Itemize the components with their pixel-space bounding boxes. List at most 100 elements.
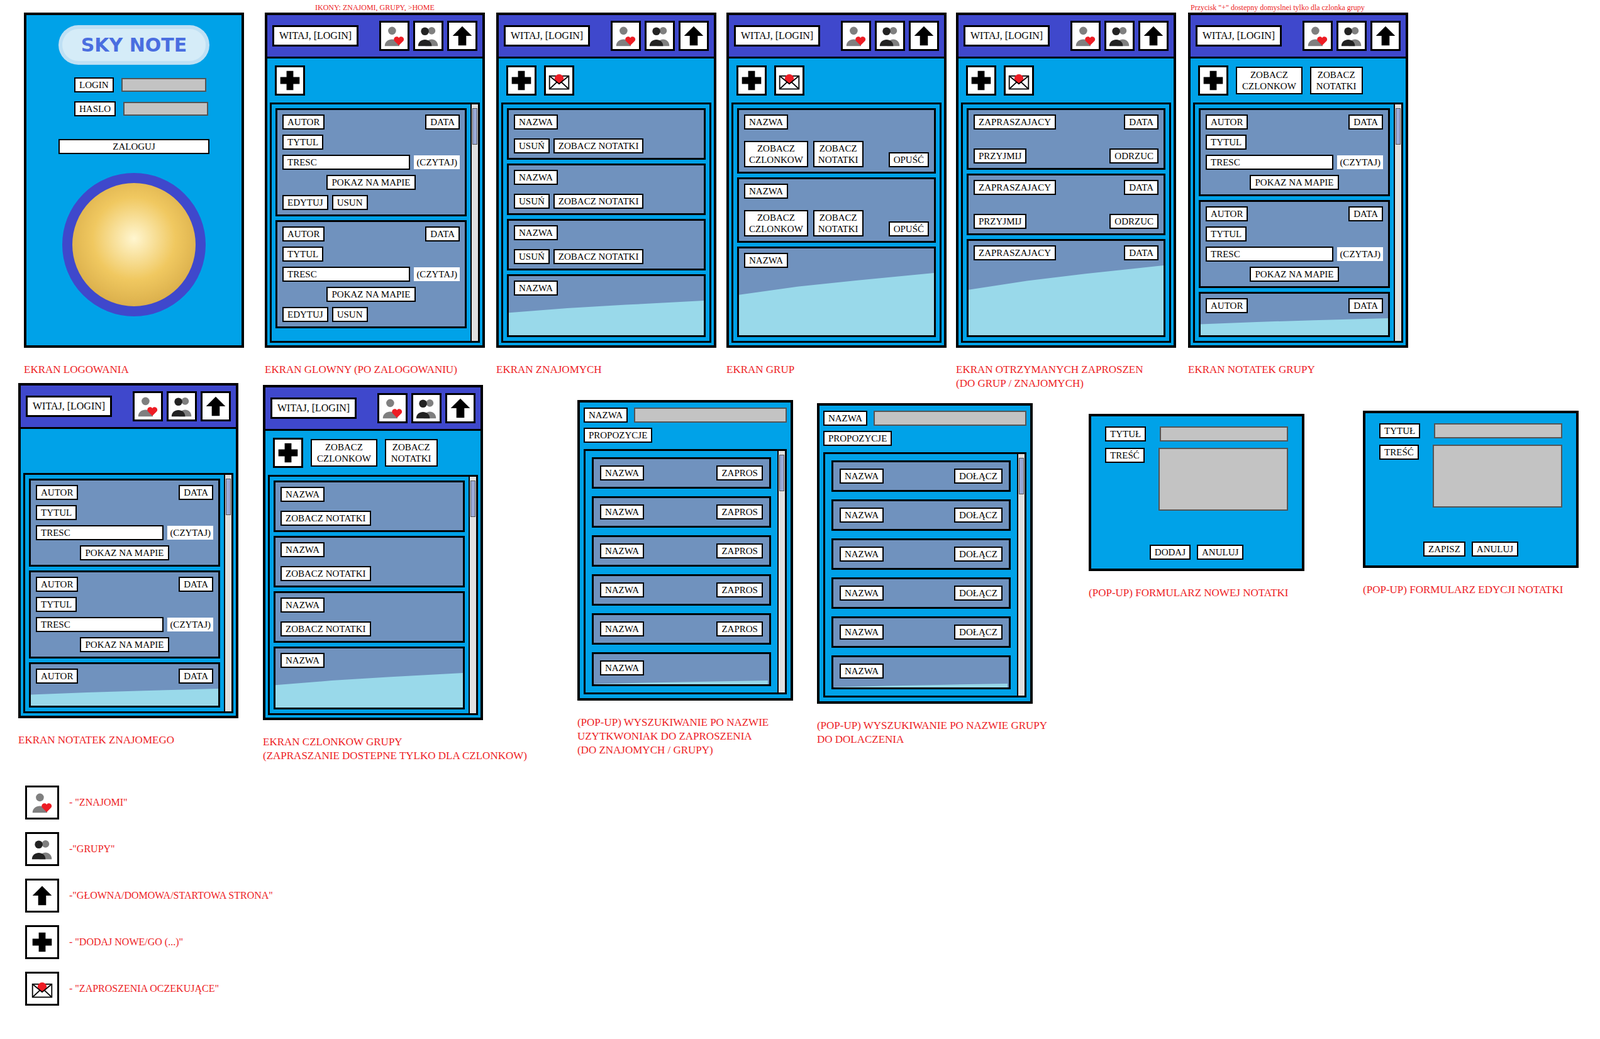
action-button[interactable]: ZOBACZ NOTATKI [813, 210, 864, 237]
action-button[interactable]: USUN [332, 306, 368, 323]
map-button[interactable]: POKAZ NA MAPIE [326, 174, 416, 190]
friends-button[interactable] [377, 393, 408, 424]
text-input[interactable] [1158, 447, 1289, 511]
map-button[interactable]: POKAZ NA MAPIE [1249, 266, 1339, 282]
form-button[interactable]: ANULUJ [1471, 541, 1519, 557]
action-button[interactable]: ZOBACZ NOTATKI [280, 621, 372, 637]
accept-button[interactable]: PRZYJMIJ [973, 148, 1027, 164]
map-button[interactable]: POKAZ NA MAPIE [1249, 174, 1339, 190]
scrollbar[interactable] [777, 450, 785, 693]
form-button[interactable]: ANULUJ [1196, 544, 1244, 560]
text-input[interactable] [1159, 426, 1289, 442]
action-button[interactable]: ZAPROS [716, 582, 763, 598]
action-button[interactable]: ZOBACZ NOTATKI [553, 193, 645, 209]
action-button[interactable]: ZOBACZ NOTATKI [553, 249, 645, 265]
action-button[interactable]: USUŃ [513, 193, 550, 209]
scrollbar-thumb[interactable] [1018, 457, 1024, 495]
action-button[interactable]: DOŁĄCZ [954, 507, 1003, 523]
login-button[interactable]: ZALOGUJ [58, 138, 210, 155]
leave-button[interactable]: OPUŚĆ [888, 152, 929, 168]
toolbar-button[interactable]: ZOBACZ NOTATKI [384, 438, 438, 467]
friends-button[interactable] [132, 391, 163, 422]
groups-button[interactable] [874, 20, 906, 51]
action-button[interactable]: ZAPROS [716, 621, 763, 637]
action-button[interactable]: ZOBACZ NOTATKI [553, 138, 645, 154]
scrollbar-thumb[interactable] [225, 478, 231, 516]
action-button[interactable]: EDYTUJ [282, 194, 329, 211]
home-button[interactable] [1370, 20, 1401, 51]
scrollbar-thumb[interactable] [779, 454, 785, 492]
reject-button[interactable]: ODRZUC [1109, 148, 1159, 164]
groups-button[interactable] [411, 393, 442, 424]
plus-button[interactable] [274, 65, 306, 96]
action-button[interactable]: ZAPROS [716, 543, 763, 559]
read-link[interactable]: (CZYTAJ) [167, 617, 214, 632]
map-button[interactable]: POKAZ NA MAPIE [79, 545, 169, 561]
action-button[interactable]: ZOBACZ NOTATKI [813, 140, 864, 168]
action-button[interactable]: ZAPROS [716, 465, 763, 481]
friends-button[interactable] [1070, 20, 1101, 51]
action-button[interactable]: DOŁĄCZ [954, 624, 1003, 640]
scrollbar[interactable] [1016, 454, 1025, 696]
form-button[interactable]: DODAJ [1149, 544, 1191, 560]
action-button[interactable]: ZOBACZ CZLONKOW [744, 210, 809, 237]
friends-button[interactable] [379, 20, 410, 51]
plus-button[interactable] [736, 65, 767, 96]
action-button[interactable]: ZAPROS [716, 504, 763, 520]
map-button[interactable]: POKAZ NA MAPIE [79, 637, 169, 653]
groups-button[interactable] [1104, 20, 1135, 51]
scrollbar-thumb[interactable] [470, 480, 476, 517]
toolbar-button[interactable]: ZOBACZ CZLONKOW [1235, 66, 1303, 95]
friends-button[interactable] [610, 20, 641, 51]
scrollbar[interactable] [223, 474, 232, 712]
friends-button[interactable] [840, 20, 872, 51]
read-link[interactable]: (CZYTAJ) [167, 525, 214, 540]
text-input[interactable] [121, 77, 207, 92]
scrollbar[interactable] [1393, 104, 1402, 341]
invites-button[interactable] [774, 65, 805, 96]
toolbar-button[interactable]: ZOBACZ NOTATKI [1310, 66, 1363, 95]
text-input[interactable] [1433, 423, 1563, 439]
text-input[interactable] [1432, 444, 1563, 508]
friends-button[interactable] [1302, 20, 1333, 51]
action-button[interactable]: EDYTUJ [282, 306, 329, 323]
form-button[interactable]: ZAPISZ [1423, 541, 1466, 557]
leave-button[interactable]: OPUŚĆ [888, 221, 929, 237]
scrollbar[interactable] [468, 476, 477, 714]
invites-button[interactable] [544, 65, 575, 96]
invites-button[interactable] [1003, 65, 1034, 96]
scrollbar[interactable] [470, 104, 478, 341]
action-button[interactable]: DOŁĄCZ [954, 585, 1003, 601]
groups-button[interactable] [1336, 20, 1367, 51]
groups-button[interactable] [644, 20, 675, 51]
home-button[interactable] [445, 393, 476, 424]
read-link[interactable]: (CZYTAJ) [1337, 155, 1384, 170]
plus-button[interactable] [966, 65, 997, 96]
home-button[interactable] [678, 20, 709, 51]
action-button[interactable]: DOŁĄCZ [954, 468, 1003, 484]
read-link[interactable]: (CZYTAJ) [1337, 247, 1384, 262]
home-button[interactable] [200, 391, 231, 422]
action-button[interactable]: USUŃ [513, 138, 550, 154]
action-button[interactable]: USUN [332, 194, 368, 211]
text-input[interactable] [123, 101, 209, 116]
home-button[interactable] [447, 20, 478, 51]
accept-button[interactable]: PRZYJMIJ [973, 213, 1027, 229]
read-link[interactable]: (CZYTAJ) [413, 155, 460, 170]
plus-button[interactable] [272, 437, 304, 468]
read-link[interactable]: (CZYTAJ) [413, 267, 460, 282]
reject-button[interactable]: ODRZUC [1109, 213, 1159, 229]
search-input[interactable] [633, 407, 787, 423]
home-button[interactable] [1138, 20, 1169, 51]
groups-button[interactable] [166, 391, 197, 422]
groups-button[interactable] [413, 20, 444, 51]
action-button[interactable]: DOŁĄCZ [954, 546, 1003, 562]
action-button[interactable]: ZOBACZ CZLONKOW [744, 140, 809, 168]
map-button[interactable]: POKAZ NA MAPIE [326, 286, 416, 302]
search-input[interactable] [873, 410, 1027, 426]
plus-button[interactable] [506, 65, 537, 96]
home-button[interactable] [908, 20, 939, 51]
plus-button[interactable] [1198, 65, 1229, 96]
action-button[interactable]: ZOBACZ NOTATKI [280, 510, 372, 526]
scrollbar-thumb[interactable] [472, 108, 478, 145]
